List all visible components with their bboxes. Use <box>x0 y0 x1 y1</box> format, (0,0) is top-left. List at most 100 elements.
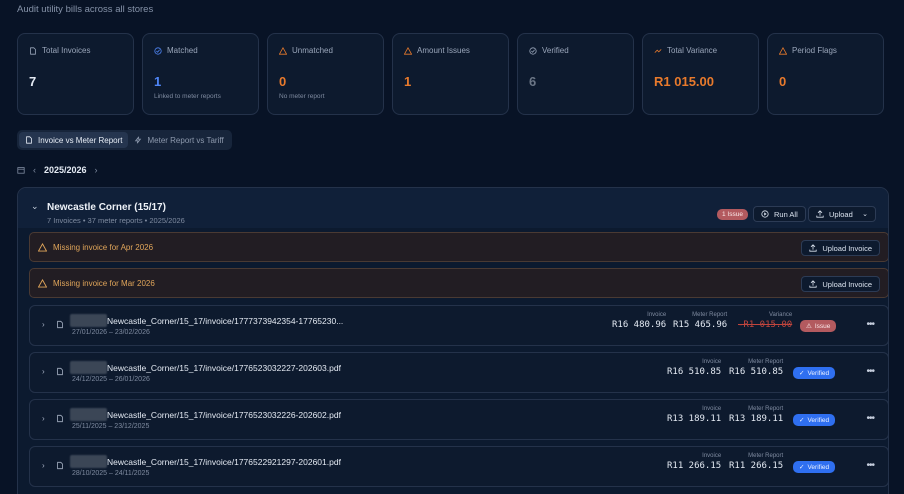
invoice-row[interactable]: › Newcastle_Corner/15_17/invoice/1776523… <box>29 399 888 440</box>
card-title: Period Flags <box>792 46 837 55</box>
tab-label: Meter Report vs Tariff <box>147 135 224 145</box>
prev-period-icon[interactable]: ‹ <box>33 165 36 175</box>
card-subtext: No meter report <box>279 93 325 100</box>
document-icon <box>26 136 32 144</box>
missing-invoice-alert: Missing invoice for Apr 2026 Upload Invo… <box>29 232 888 262</box>
invoice-amount: Invoice R16 510.85 <box>667 359 721 377</box>
document-icon <box>57 461 63 470</box>
upload-label: Upload <box>829 209 853 219</box>
card-value: 7 <box>29 74 37 89</box>
amount-value: R13 189.11 <box>667 414 722 424</box>
run-all-button[interactable]: Run All <box>753 206 806 222</box>
card-unmatched: Unmatched 0 No meter report <box>267 33 384 115</box>
page-subtitle: Audit utility bills across all stores <box>17 4 154 15</box>
upload-invoice-label: Upload Invoice <box>822 279 872 289</box>
status-label: Verified <box>807 463 830 471</box>
upload-invoice-button[interactable]: Upload Invoice <box>801 240 880 256</box>
tab-invoice-vs-meter[interactable]: Invoice vs Meter Report <box>19 132 129 148</box>
amount-value: R16 510.85 <box>667 367 722 377</box>
redacted-text <box>70 455 107 468</box>
period-label: 2025/2026 <box>44 165 87 175</box>
card-value: 1 <box>404 74 412 89</box>
invoice-dates: 27/01/2026 – 23/02/2026 <box>72 329 150 336</box>
store-panel: ⌄ Newcastle Corner (15/17) 7 Invoices • … <box>17 187 889 494</box>
invoice-filename: Newcastle_Corner/15_17/invoice/177652292… <box>107 457 341 467</box>
warning-icon: ⚠ <box>806 323 812 330</box>
redacted-text <box>70 408 107 421</box>
invoice-dates: 24/12/2025 – 26/01/2026 <box>72 376 150 383</box>
redacted-text <box>70 314 107 327</box>
amount-value: R16 510.85 <box>729 367 784 377</box>
card-value: 0 <box>279 74 287 89</box>
amount-label: Invoice <box>702 359 722 365</box>
upload-icon <box>816 210 824 218</box>
summary-cards: Total Invoices 7 Matched 1 Linked to met… <box>17 33 884 115</box>
amount-label: Invoice <box>702 406 722 412</box>
meter-amount: Meter Report R11 266.15 <box>729 453 783 471</box>
meter-amount: Meter Report R13 189.11 <box>729 406 783 424</box>
status-label: Issue <box>814 322 831 330</box>
tab-meter-vs-tariff[interactable]: Meter Report vs Tariff <box>128 132 229 148</box>
alert-text: Missing invoice for Apr 2026 <box>53 243 154 252</box>
upload-button[interactable]: Upload ⌄ <box>808 206 876 222</box>
status-label: Verified <box>807 369 830 377</box>
more-options-icon[interactable]: ••• <box>866 319 874 330</box>
chevron-right-icon[interactable]: › <box>42 461 45 470</box>
check-circle-icon: ✓ <box>799 417 805 424</box>
more-options-icon[interactable]: ••• <box>866 366 874 377</box>
trend-icon <box>654 48 662 53</box>
card-period-flags: Period Flags 0 <box>767 33 884 115</box>
amount-label: Invoice <box>702 453 722 459</box>
invoice-amount: Invoice R16 480.96 <box>612 312 666 330</box>
card-title: Unmatched <box>292 46 333 55</box>
invoice-filename: Newcastle_Corner/15_17/invoice/177737394… <box>107 316 344 326</box>
card-title: Verified <box>542 46 569 55</box>
chevron-right-icon[interactable]: › <box>42 414 45 423</box>
meter-amount: Meter Report R15 465.96 <box>673 312 727 330</box>
next-period-icon[interactable]: › <box>95 165 98 175</box>
amount-label: Meter Report <box>748 359 784 365</box>
card-value: 6 <box>529 74 537 89</box>
amount-value: R11 266.15 <box>667 461 722 471</box>
invoice-dates: 28/10/2025 – 24/11/2025 <box>72 470 150 477</box>
status-badge: ✓ Verified <box>793 461 836 473</box>
amount-label: Meter Report <box>748 453 784 459</box>
document-icon <box>30 46 36 55</box>
amount-label: Meter Report <box>748 406 784 412</box>
status-label: Verified <box>807 416 830 424</box>
card-title: Total Variance <box>667 46 718 55</box>
card-title: Total Invoices <box>42 46 91 55</box>
chevron-right-icon[interactable]: › <box>42 367 45 376</box>
chevron-down-icon[interactable]: ⌄ <box>31 201 39 212</box>
invoice-row[interactable]: › Newcastle_Corner/15_17/invoice/1776523… <box>29 352 888 393</box>
variance-amount: Variance -R1 015.00 <box>738 312 792 330</box>
status-badge: ⚠ Issue <box>800 320 837 332</box>
more-options-icon[interactable]: ••• <box>866 460 874 471</box>
card-total-variance: Total Variance R1 015.00 <box>642 33 759 115</box>
amount-label: Invoice <box>647 312 667 318</box>
card-matched: Matched 1 Linked to meter reports <box>142 33 259 115</box>
tab-label: Invoice vs Meter Report <box>38 135 123 145</box>
warning-icon <box>404 46 412 55</box>
check-circle-icon: ✓ <box>799 464 805 471</box>
upload-icon <box>809 280 817 288</box>
invoice-row[interactable]: › Newcastle_Corner/15_17/invoice/1777373… <box>29 305 888 346</box>
play-circle-icon <box>761 210 769 218</box>
amount-value: -R1 015.00 <box>738 320 793 330</box>
more-options-icon[interactable]: ••• <box>866 413 874 424</box>
period-selector: ‹ 2025/2026 › <box>17 165 98 175</box>
upload-invoice-button[interactable]: Upload Invoice <box>801 276 880 292</box>
card-value: 1 <box>154 74 162 89</box>
check-circle-icon <box>154 46 162 55</box>
invoice-filename: Newcastle_Corner/15_17/invoice/177652303… <box>107 363 341 373</box>
invoice-row[interactable]: › Newcastle_Corner/15_17/invoice/1776522… <box>29 446 888 487</box>
chevron-down-icon: ⌄ <box>862 211 868 218</box>
card-title: Matched <box>167 46 198 55</box>
amount-label: Variance <box>768 312 793 318</box>
card-subtext: Linked to meter reports <box>154 93 221 100</box>
card-title: Amount Issues <box>417 46 470 55</box>
view-toggle: Invoice vs Meter Report Meter Report vs … <box>17 130 232 150</box>
store-header[interactable]: ⌄ Newcastle Corner (15/17) 7 Invoices • … <box>18 188 888 228</box>
invoice-amount: Invoice R13 189.11 <box>667 406 721 424</box>
chevron-right-icon[interactable]: › <box>42 320 45 329</box>
